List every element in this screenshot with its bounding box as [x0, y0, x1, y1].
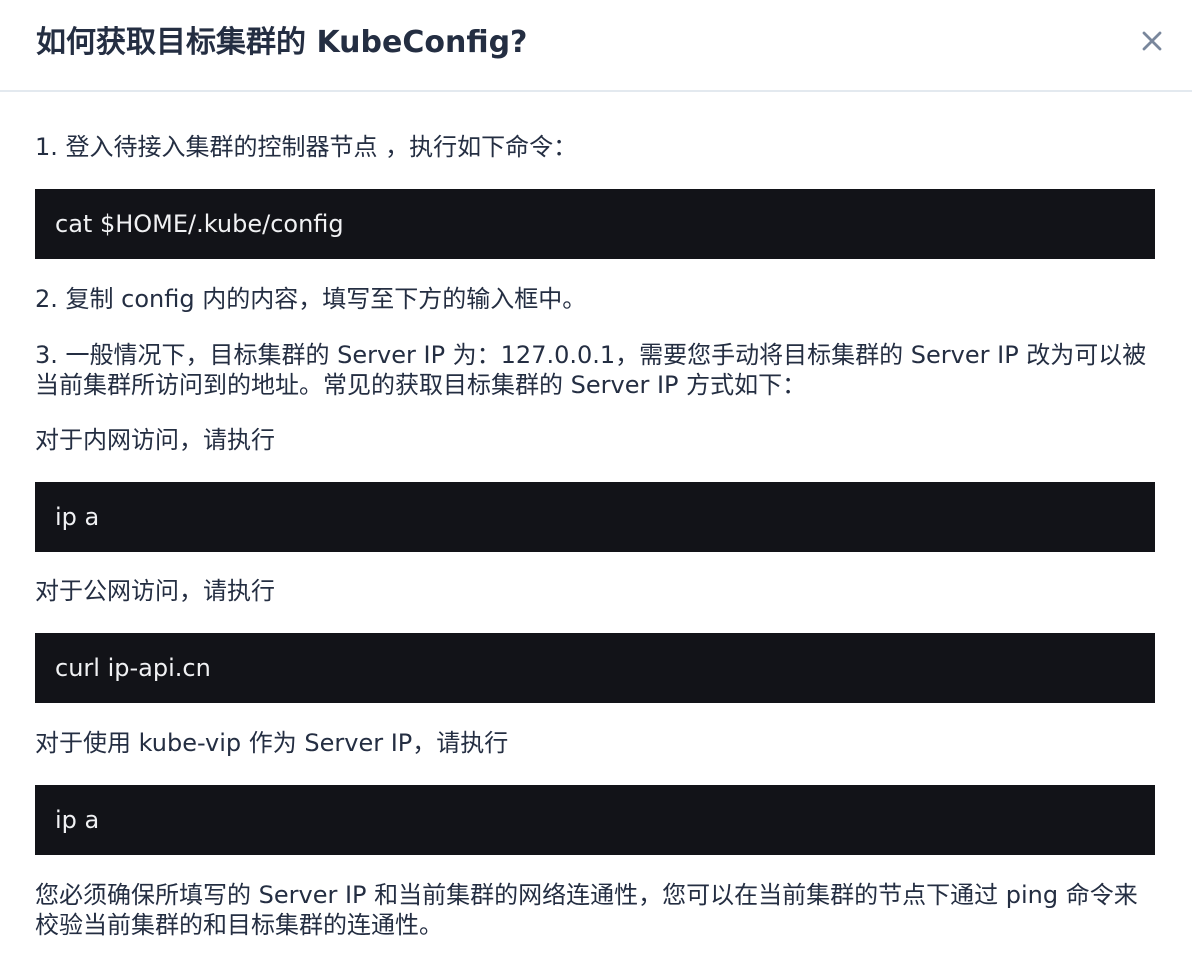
- step-3-text: 3. 一般情况下，目标集群的 Server IP 为：127.0.0.1，需要您…: [35, 341, 1147, 399]
- public-network-label: 对于公网访问，请执行: [35, 577, 275, 605]
- dialog-title: 如何获取目标集群的 KubeConfig?: [36, 25, 528, 60]
- code-block-config: cat $HOME/.kube/config: [35, 189, 1155, 259]
- step-2-text: 2. 复制 config 内的内容，填写至下方的输入框中。: [35, 285, 587, 313]
- dialog-body: 1. 登入待接入集群的控制器节点 ，执行如下命令： cat $HOME/.kub…: [0, 132, 1192, 940]
- close-icon: [1142, 31, 1162, 51]
- code-block-public: curl ip-api.cn: [35, 633, 1155, 703]
- dialog-header: 如何获取目标集群的 KubeConfig?: [0, 0, 1192, 92]
- connectivity-note: 您必须确保所填写的 Server IP 和当前集群的网络连通性，您可以在当前集群…: [35, 881, 1138, 939]
- close-button[interactable]: [1132, 21, 1172, 61]
- step-1-text: 1. 登入待接入集群的控制器节点 ，执行如下命令：: [35, 133, 578, 161]
- intranet-label: 对于内网访问，请执行: [35, 426, 275, 454]
- code-block-kube-vip: ip a: [35, 785, 1155, 855]
- code-block-intranet: ip a: [35, 482, 1155, 552]
- kubeconfig-help-dialog: 如何获取目标集群的 KubeConfig? 1. 登入待接入集群的控制器节点 ，…: [0, 0, 1192, 972]
- kube-vip-label: 对于使用 kube-vip 作为 Server IP，请执行: [35, 729, 509, 757]
